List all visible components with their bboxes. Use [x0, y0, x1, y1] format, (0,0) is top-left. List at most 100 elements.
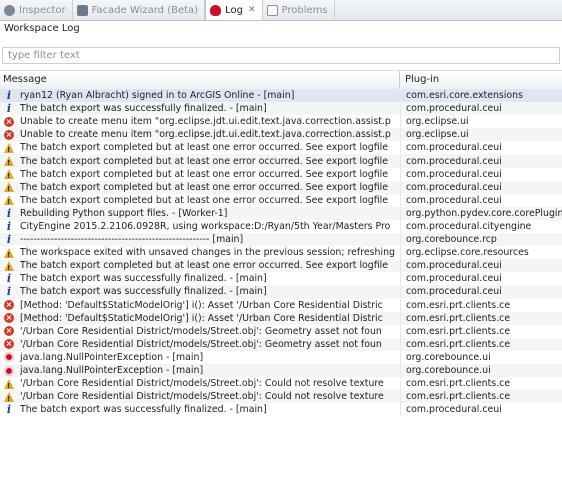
- message-cell: ! The batch export completed but at least…: [0, 193, 401, 207]
- log-table-header: Message Plug-in: [0, 70, 562, 90]
- column-header-message[interactable]: Message: [0, 71, 400, 89]
- message-text: The batch export completed but at least …: [20, 155, 389, 167]
- message-text: CityEngine 2015.2.2106.0928R, using work…: [20, 220, 391, 232]
- info-icon: i: [6, 285, 12, 299]
- message-text: The batch export was successfully finali…: [20, 273, 267, 285]
- message-text: '/Urban Core Residential District/models…: [20, 338, 382, 350]
- tab-facade-wizard[interactable]: Facade Wizard (Beta): [73, 0, 206, 20]
- tab-inspector-label: Inspector: [19, 4, 66, 16]
- tab-log[interactable]: Log ✕: [205, 0, 263, 20]
- info-icon: i: [6, 403, 12, 417]
- info-icon: i: [6, 233, 12, 247]
- message-cell: i ---------------------------------------…: [0, 233, 401, 247]
- plugin-cell: com.esri.prt.clients.ce: [406, 391, 511, 403]
- table-row[interactable]: ! '/Urban Core Residential District/model…: [0, 377, 562, 391]
- plugin-cell: org.eclipse.ui: [406, 129, 469, 141]
- plugin-cell: com.procedural.cityengine: [406, 220, 532, 232]
- message-cell: ! The batch export completed but at least…: [0, 141, 401, 155]
- table-row[interactable]: ! The batch export completed but at least…: [0, 180, 562, 194]
- message-text: The batch export completed but at least …: [20, 142, 389, 154]
- message-text: The batch export was successfully finali…: [20, 404, 267, 416]
- plugin-cell: org.python.pydev.core.corePlugin: [406, 207, 562, 219]
- message-text: The batch export completed but at least …: [20, 181, 389, 193]
- plugin-cell: org.eclipse.core.resources: [406, 247, 529, 259]
- table-row[interactable]: ! The batch export completed but at least…: [0, 141, 562, 155]
- workspace-log-title: Workspace Log: [0, 21, 562, 36]
- message-cell: × Unable to create menu item "org.eclipse…: [0, 128, 401, 142]
- error-icon: ×: [4, 326, 14, 337]
- table-row[interactable]: ! The batch export completed but at least…: [0, 193, 562, 207]
- message-cell: × '/Urban Core Residential District/model…: [0, 337, 401, 351]
- table-row[interactable]: × '/Urban Core Residential District/model…: [0, 337, 562, 351]
- table-row[interactable]: i The batch export was successfully final…: [0, 403, 562, 417]
- message-cell: ! The workspace exited with unsaved chang…: [0, 246, 401, 260]
- table-row[interactable]: java.lang.NullPointerException - [main] o…: [0, 350, 562, 364]
- message-text: ryan12 (Ryan Albracht) signed in to ArcG…: [20, 90, 295, 102]
- plugin-cell: com.procedural.ceui: [406, 155, 502, 167]
- plugin-cell: com.esri.prt.clients.ce: [406, 299, 511, 311]
- plugin-cell: com.procedural.ceui: [406, 168, 502, 180]
- table-row[interactable]: ! The batch export completed but at least…: [0, 154, 562, 168]
- warning-icon: !: [3, 260, 15, 272]
- table-row[interactable]: java.lang.NullPointerException - [main] o…: [0, 363, 562, 378]
- plugin-cell: org.corebounce.ui: [406, 365, 491, 377]
- message-text: The batch export was successfully finali…: [20, 103, 267, 115]
- table-row[interactable]: × Unable to create menu item "org.eclipse…: [0, 115, 562, 129]
- message-text: Unable to create menu item "org.eclipse.…: [20, 129, 391, 141]
- plugin-cell: com.procedural.ceui: [406, 103, 502, 115]
- table-row[interactable]: i The batch export was successfully final…: [0, 272, 562, 286]
- plugin-cell: com.procedural.ceui: [406, 260, 502, 272]
- view-tab-bar: Inspector Facade Wizard (Beta) Log ✕ Pro…: [0, 0, 562, 21]
- table-row[interactable]: i The batch export was successfully final…: [0, 102, 562, 116]
- warning-icon: !: [3, 168, 15, 180]
- plugin-cell: com.esri.prt.clients.ce: [406, 378, 511, 390]
- table-row[interactable]: i CityEngine 2015.2.2106.0928R, using wor…: [0, 219, 562, 233]
- message-cell: i Rebuilding Python support files. - [Wor…: [0, 206, 401, 220]
- plugin-cell: com.esri.prt.clients.ce: [406, 312, 511, 324]
- table-row[interactable]: i ---------------------------------------…: [0, 233, 562, 247]
- message-text: The batch export completed but at least …: [20, 194, 389, 206]
- column-header-plugin[interactable]: Plug-in: [400, 71, 562, 89]
- warning-icon: !: [3, 247, 15, 259]
- table-row[interactable]: ! The batch export completed but at least…: [0, 259, 562, 273]
- table-row[interactable]: ! The batch export completed but at least…: [0, 167, 562, 181]
- table-row[interactable]: i The batch export was successfully final…: [0, 285, 562, 299]
- warning-icon: !: [3, 391, 15, 403]
- message-cell: ! The batch export completed but at least…: [0, 259, 401, 273]
- filter-input[interactable]: type filter text: [2, 47, 560, 64]
- inspector-icon: [4, 4, 15, 16]
- exception-icon: [3, 351, 15, 363]
- message-cell: i ryan12 (Ryan Albracht) signed in to Arc…: [0, 89, 401, 103]
- error-icon: ×: [4, 300, 14, 311]
- message-cell: ! '/Urban Core Residential District/model…: [0, 390, 401, 404]
- error-icon: ×: [4, 129, 14, 140]
- table-row[interactable]: × [Method: 'Default$StaticModelOrig'] i()…: [0, 298, 562, 312]
- message-text: [Method: 'Default$StaticModelOrig'] i():…: [20, 299, 383, 311]
- table-row[interactable]: × [Method: 'Default$StaticModelOrig'] i()…: [0, 311, 562, 325]
- message-cell: i CityEngine 2015.2.2106.0928R, using wor…: [0, 219, 401, 233]
- log-icon: [210, 4, 222, 16]
- tab-problems[interactable]: Problems: [263, 0, 335, 20]
- table-row[interactable]: ! '/Urban Core Residential District/model…: [0, 390, 562, 404]
- close-icon[interactable]: ✕: [248, 5, 256, 15]
- tab-inspector[interactable]: Inspector: [0, 0, 73, 20]
- message-text: ----------------------------------------…: [20, 234, 244, 246]
- warning-icon: !: [3, 378, 15, 390]
- message-cell: × Unable to create menu item "org.eclipse…: [0, 115, 401, 129]
- message-text: '/Urban Core Residential District/models…: [20, 325, 382, 337]
- table-row[interactable]: ! The workspace exited with unsaved chang…: [0, 246, 562, 260]
- log-table-body: i ryan12 (Ryan Albracht) signed in to Arc…: [0, 89, 562, 417]
- table-row[interactable]: i ryan12 (Ryan Albracht) signed in to Arc…: [0, 89, 562, 103]
- message-text: The batch export was successfully finali…: [20, 286, 267, 298]
- error-icon: ×: [4, 313, 14, 324]
- message-cell: ! The batch export completed but at least…: [0, 154, 401, 168]
- table-row[interactable]: × '/Urban Core Residential District/model…: [0, 324, 562, 338]
- message-cell: ! The batch export completed but at least…: [0, 167, 401, 181]
- message-cell: ! The batch export completed but at least…: [0, 180, 401, 194]
- plugin-cell: org.corebounce.rcp: [406, 234, 497, 246]
- warning-icon: !: [3, 142, 15, 154]
- tab-facade-wizard-label: Facade Wizard (Beta): [91, 4, 199, 16]
- message-text: The batch export completed but at least …: [20, 260, 389, 272]
- table-row[interactable]: i Rebuilding Python support files. - [Wor…: [0, 206, 562, 220]
- table-row[interactable]: × Unable to create menu item "org.eclipse…: [0, 128, 562, 142]
